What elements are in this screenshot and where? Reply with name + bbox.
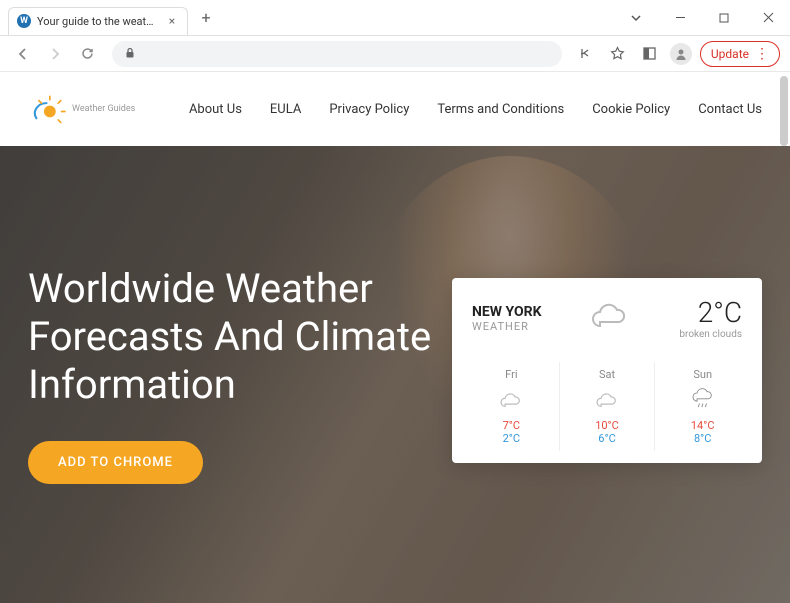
- browser-titlebar: W Your guide to the weather – wor... × +: [0, 0, 790, 36]
- weather-widget: NEW YORK WEATHER 2°C broken clouds Fri: [452, 278, 762, 463]
- nav-item-privacy[interactable]: Privacy Policy: [329, 102, 409, 117]
- temp-high: 14°C: [655, 419, 750, 432]
- sun-logo-icon: [28, 93, 70, 125]
- hero-title: Worldwide Weather Forecasts And Climate …: [28, 265, 468, 409]
- browser-toolbar: Update ⋮: [0, 36, 790, 72]
- temp-low: 2°C: [464, 432, 559, 445]
- rain-icon: [655, 387, 750, 413]
- temp-low: 6°C: [560, 432, 655, 445]
- update-label: Update: [711, 47, 749, 61]
- weather-city: NEW YORK: [472, 304, 541, 320]
- hero-section: Worldwide Weather Forecasts And Climate …: [0, 146, 790, 603]
- logo-text: Weather Guides: [72, 104, 135, 114]
- main-nav: About Us EULA Privacy Policy Terms and C…: [189, 102, 762, 117]
- day-name: Sat: [560, 368, 655, 381]
- maximize-icon[interactable]: [710, 4, 738, 32]
- profile-icon[interactable]: [670, 43, 692, 65]
- current-temperature: 2°C: [679, 296, 742, 329]
- temp-high: 7°C: [464, 419, 559, 432]
- browser-tab[interactable]: W Your guide to the weather – wor... ×: [8, 7, 188, 35]
- cloud-icon: [464, 387, 559, 413]
- forecast-day: Fri 7°C 2°C: [464, 362, 560, 451]
- close-icon[interactable]: ×: [165, 14, 179, 28]
- site-header: Weather Guides About Us EULA Privacy Pol…: [0, 72, 790, 146]
- page-viewport: Weather Guides About Us EULA Privacy Pol…: [0, 72, 790, 603]
- add-to-chrome-button[interactable]: ADD TO CHROME: [28, 441, 203, 484]
- back-icon[interactable]: [10, 41, 36, 67]
- site-logo[interactable]: Weather Guides: [28, 93, 135, 125]
- bookmark-star-icon[interactable]: [606, 42, 630, 66]
- weather-subtitle: WEATHER: [472, 320, 541, 333]
- nav-item-terms[interactable]: Terms and Conditions: [437, 102, 564, 117]
- cloud-icon: [588, 296, 632, 340]
- forecast-row: Fri 7°C 2°C Sat 10°C 6°C Sun: [464, 354, 750, 451]
- minimize-icon[interactable]: [666, 4, 694, 32]
- current-condition: broken clouds: [679, 329, 742, 340]
- forward-icon[interactable]: [42, 41, 68, 67]
- reload-icon[interactable]: [74, 41, 100, 67]
- new-tab-button[interactable]: +: [194, 6, 218, 30]
- address-bar[interactable]: [112, 41, 562, 67]
- temp-high: 10°C: [560, 419, 655, 432]
- cloud-icon: [560, 387, 655, 413]
- nav-item-contact[interactable]: Contact Us: [698, 102, 762, 117]
- tab-favicon-icon: W: [17, 14, 31, 28]
- share-icon[interactable]: [574, 42, 598, 66]
- update-button[interactable]: Update ⋮: [700, 41, 780, 67]
- day-name: Fri: [464, 368, 559, 381]
- nav-item-cookie[interactable]: Cookie Policy: [592, 102, 670, 117]
- nav-item-about[interactable]: About Us: [189, 102, 242, 117]
- lock-icon: [124, 44, 136, 63]
- forecast-day: Sun 14°C 8°C: [655, 362, 750, 451]
- day-name: Sun: [655, 368, 750, 381]
- scrollbar-thumb[interactable]: [780, 76, 788, 146]
- reading-list-icon[interactable]: [638, 42, 662, 66]
- tab-title: Your guide to the weather – wor...: [37, 15, 159, 28]
- chevron-down-icon[interactable]: [622, 4, 650, 32]
- temp-low: 8°C: [655, 432, 750, 445]
- forecast-day: Sat 10°C 6°C: [560, 362, 656, 451]
- nav-item-eula[interactable]: EULA: [270, 102, 301, 117]
- kebab-menu-icon: ⋮: [755, 47, 769, 61]
- window-close-icon[interactable]: [754, 4, 782, 32]
